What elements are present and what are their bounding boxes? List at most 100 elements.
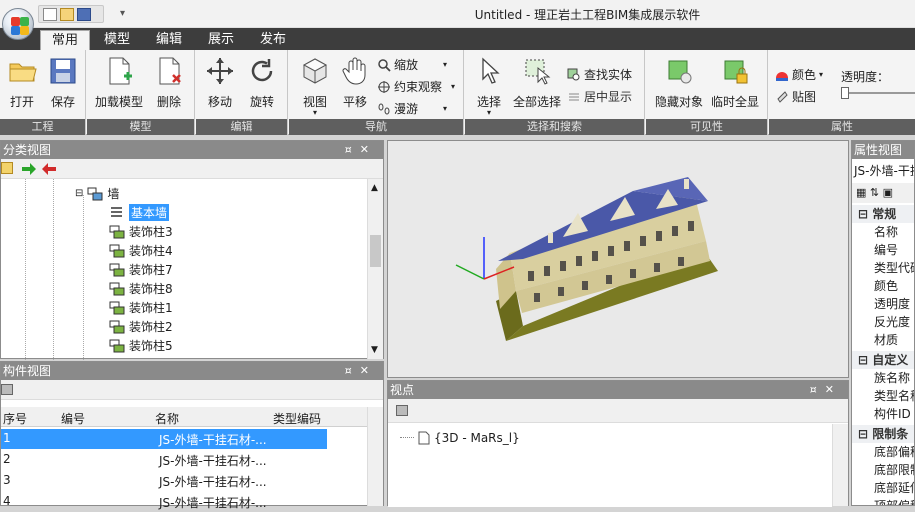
tree-node[interactable]: 基本墙 — [109, 203, 170, 222]
scroll-up-icon[interactable]: ▲ — [371, 183, 378, 193]
lock-cube-icon — [724, 60, 748, 84]
table-row[interactable]: 4 JS-外墙-干挂石材-... — [1, 492, 327, 512]
tree-connector — [400, 437, 414, 438]
rotate-button[interactable]: 旋转 — [242, 56, 282, 110]
tree-node[interactable]: 装饰柱1 — [109, 298, 173, 317]
property-name: 底部偏移 — [874, 445, 914, 459]
rotate-icon — [251, 59, 273, 82]
move-button[interactable]: 移动 — [200, 56, 240, 110]
property-category[interactable]: ⊟ 自定义 — [852, 351, 914, 369]
window-title: Untitled - 理正岩土工程BIM集成展示软件 — [474, 8, 701, 22]
viewpoint-folder-icon[interactable] — [396, 405, 408, 416]
opacity-slider-thumb[interactable] — [841, 87, 849, 99]
table-row[interactable]: 1 JS-外墙-干挂石材-... — [1, 429, 327, 449]
temp-show-all-button[interactable]: 临时全显 — [708, 56, 762, 110]
load-model-button[interactable]: 加载模型 — [91, 56, 147, 110]
red-arrow-left-icon[interactable] — [41, 162, 57, 176]
panel-header: 构件视图 ¤✕ — [1, 362, 383, 380]
find-entity-button[interactable]: 查找实体 — [567, 66, 632, 83]
categorized-icon[interactable]: ▦ — [856, 186, 866, 199]
open-button[interactable]: 打开 — [2, 56, 42, 110]
table-icon[interactable] — [1, 384, 13, 395]
component-icon — [109, 282, 125, 295]
tab-model[interactable]: 模型 — [96, 30, 138, 50]
panel-controls[interactable]: ¤✕ — [345, 362, 377, 380]
folder-icon[interactable] — [1, 162, 13, 174]
group-edit: 移动 旋转 编辑 — [196, 50, 288, 135]
tab-edit[interactable]: 编辑 — [148, 30, 190, 50]
table-scrollbar[interactable] — [367, 407, 383, 506]
panel-controls[interactable]: ¤✕ — [345, 141, 377, 159]
center-display-button[interactable]: 居中显示 — [567, 88, 632, 105]
tree-node[interactable]: 装饰柱2 — [109, 317, 173, 336]
scroll-down-icon[interactable]: ▼ — [371, 345, 378, 355]
roam-button[interactable]: 漫游 ▾ — [377, 100, 447, 117]
column-header[interactable]: 名称 — [155, 410, 179, 427]
property-name: 顶部偏移 — [874, 499, 914, 506]
ribbon: 打开 保存 工程 加载模型 删除 模型 移动 旋转 编辑 视图 ▾ 平移 缩放 … — [0, 50, 915, 135]
dropdown-arrow-icon: ▾ — [443, 60, 448, 69]
category-view-panel: 分类视图 ¤✕ ⊟ 墙 基本墙 装饰柱3 装饰柱4 装饰柱7 装饰柱8 装饰柱1… — [0, 140, 384, 360]
panel-header: 分类视图 ¤✕ — [1, 141, 383, 159]
zoom-button[interactable]: 缩放 ▾ — [377, 56, 447, 73]
tree-scrollbar[interactable]: ▲ ▼ — [367, 179, 383, 359]
group-attributes: 颜色 ▾ 贴图 透明度： 属性 — [769, 50, 915, 135]
opacity-slider-track[interactable] — [841, 92, 915, 94]
pan-button[interactable]: 平移 — [335, 56, 375, 110]
move-arrows-icon — [207, 58, 233, 84]
application-menu-button[interactable] — [2, 8, 34, 40]
property-name: 编号 — [874, 243, 899, 257]
view-button[interactable]: 视图 ▾ — [295, 56, 335, 117]
property-view-panel: 属性视图 JS-外墙-干挂 ▦ ⇅ ▣ ⊟ 常规 名称 编号 类型代码 颜色 透… — [851, 140, 915, 506]
axis-y — [455, 264, 485, 280]
tab-show[interactable]: 展示 — [200, 30, 242, 50]
tab-home[interactable]: 常用 — [40, 30, 90, 50]
tree-guide — [83, 195, 84, 360]
texture-button[interactable]: 贴图 — [775, 88, 816, 105]
tree-node[interactable]: 装饰柱8 — [109, 279, 173, 298]
tab-publish[interactable]: 发布 — [252, 30, 294, 50]
property-category[interactable]: ⊟ 常规 — [852, 205, 914, 223]
tree-node[interactable]: 装饰柱5 — [109, 336, 173, 355]
color-button[interactable]: 颜色 ▾ — [775, 66, 823, 83]
tree-node[interactable]: 装饰柱7 — [109, 260, 173, 279]
dropdown-arrow-icon: ▾ — [312, 108, 317, 117]
dropdown-arrow-icon: ▾ — [819, 70, 824, 79]
property-pages-icon[interactable]: ▣ — [883, 186, 893, 199]
delete-button[interactable]: 删除 — [149, 56, 189, 110]
tree-node-wall[interactable]: ⊟ 墙 — [75, 184, 119, 203]
save-button[interactable]: 保存 — [43, 56, 83, 110]
property-name: 构件ID — [874, 407, 911, 421]
add-document-icon — [109, 57, 132, 85]
property-category[interactable]: ⊟ 限制条 — [852, 425, 914, 443]
column-header[interactable]: 序号 — [3, 410, 27, 427]
sort-az-icon[interactable]: ⇅ — [870, 186, 879, 199]
tree-node[interactable]: 装饰柱3 — [109, 222, 173, 241]
scroll-thumb[interactable] — [370, 235, 381, 267]
table-row[interactable]: 2 JS-外墙-干挂石材-... — [1, 450, 327, 470]
tree-node[interactable]: 装饰柱4 — [109, 241, 173, 260]
panel-controls[interactable]: ¤✕ — [810, 381, 842, 399]
column-header[interactable]: 类型编码 — [273, 410, 321, 427]
viewpoint-scrollbar[interactable] — [832, 424, 848, 506]
building-model — [455, 177, 718, 341]
constrain-orbit-button[interactable]: 约束观察 ▾ — [377, 78, 455, 95]
component-icon — [109, 320, 125, 333]
3d-viewport[interactable] — [387, 140, 849, 378]
collapse-icon[interactable]: ⊟ — [75, 188, 83, 199]
group-label: 选择和搜索 — [465, 119, 644, 135]
select-all-button[interactable]: 全部选择 — [511, 56, 563, 110]
viewpoint-item[interactable]: {3D - MaRs_l} — [400, 428, 520, 447]
property-name: 名称 — [874, 225, 899, 239]
green-arrow-right-icon[interactable] — [21, 162, 37, 176]
column-header[interactable]: 编号 — [61, 410, 85, 427]
table-row[interactable]: 3 JS-外墙-干挂石材-... — [1, 471, 327, 491]
find-entity-icon — [567, 68, 580, 80]
group-label: 编辑 — [196, 119, 287, 135]
hide-object-button[interactable]: 隐藏对象 — [652, 56, 706, 110]
family-icon — [87, 187, 103, 200]
component-icon — [109, 263, 125, 276]
viewpoint-panel: 视点 ¤✕ {3D - MaRs_l} — [387, 380, 849, 507]
selected-object-name[interactable]: JS-外墙-干挂 — [852, 161, 914, 181]
select-button[interactable]: 选择 ▾ — [469, 56, 509, 117]
